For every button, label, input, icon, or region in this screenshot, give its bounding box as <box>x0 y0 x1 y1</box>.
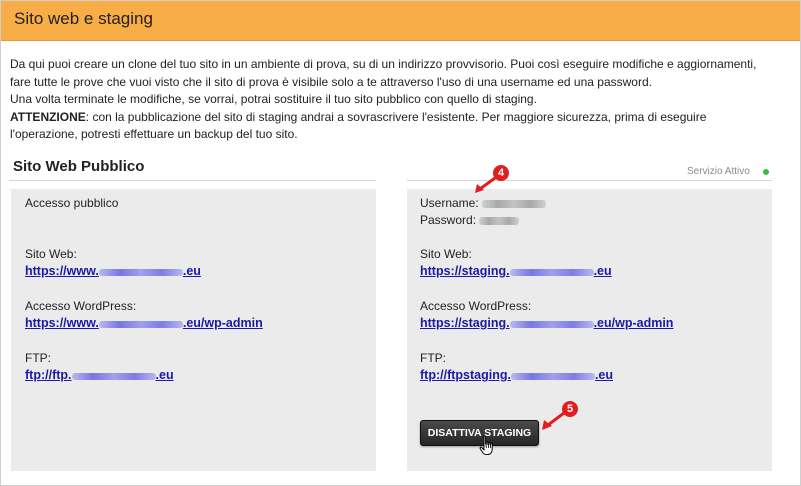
intro-text: Da qui puoi creare un clone del tuo sito… <box>10 56 790 144</box>
intro-line-2: fare tutte le prove che vuoi visto che i… <box>10 74 652 89</box>
public-wordpress-link[interactable]: https://www. .eu/wp-admin <box>25 316 263 330</box>
warning-text: : con la pubblicazione del sito di stagi… <box>85 109 707 124</box>
staging-wordpress-label: Accesso WordPress: <box>420 299 532 313</box>
url-suffix: .eu <box>182 264 201 278</box>
staging-password-row: Password: <box>420 213 520 227</box>
url-suffix: .eu/wp-admin <box>593 316 674 330</box>
redacted-domain <box>98 269 183 276</box>
public-website-label: Sito Web: <box>25 247 77 261</box>
intro-line-1: Da qui puoi creare un clone del tuo sito… <box>10 57 757 71</box>
password-label: Password: <box>420 213 477 227</box>
page-title: Sito web e staging <box>14 9 153 28</box>
staging-wordpress-link[interactable]: https://staging. .eu/wp-admin <box>420 316 673 330</box>
staging-website-link[interactable]: https://staging. .eu <box>420 264 612 278</box>
section-divider <box>407 180 772 181</box>
service-status-label: Servizio Attivo <box>687 166 750 177</box>
public-wordpress-label: Accesso WordPress: <box>25 299 137 313</box>
intro-line-3: Una volta terminate le modifiche, se vor… <box>10 92 537 106</box>
public-website-link[interactable]: https://www. .eu <box>25 264 201 278</box>
staging-ftp-link[interactable]: ftp://ftpstaging. .eu <box>420 368 613 382</box>
staging-website-label: Sito Web: <box>420 247 472 261</box>
redacted-username <box>482 200 547 208</box>
redacted-domain <box>509 269 594 276</box>
section-title: Sito Web Pubblico <box>13 158 145 175</box>
redacted-password <box>479 217 520 225</box>
staging-page: Sito web e staging Da qui puoi creare un… <box>0 0 801 486</box>
staging-username-row: Username: <box>420 196 547 210</box>
redacted-domain <box>509 321 594 328</box>
url-suffix: .eu/wp-admin <box>182 316 263 330</box>
public-ftp-link[interactable]: ftp://ftp. .eu <box>25 368 174 382</box>
arrow-pointer-icon <box>542 411 566 430</box>
redacted-domain <box>510 373 595 380</box>
url-prefix: ftp://ftpstaging. <box>420 368 511 382</box>
url-prefix: https://staging. <box>420 316 510 330</box>
intro-warning-line: ATTENZIONE: con la pubblicazione del sit… <box>10 109 790 127</box>
redacted-domain <box>98 321 183 328</box>
hand-cursor-icon <box>479 435 493 455</box>
url-suffix: .eu <box>155 368 174 382</box>
url-prefix: ftp://ftp. <box>25 368 72 382</box>
url-prefix: https://www. <box>25 264 99 278</box>
status-active-icon <box>763 169 769 175</box>
url-prefix: https://www. <box>25 316 99 330</box>
public-ftp-label: FTP: <box>25 351 51 365</box>
username-label: Username: <box>420 196 479 210</box>
intro-line-5: l'operazione, potresti effettuare un bac… <box>10 127 298 141</box>
arrow-pointer-icon <box>475 176 497 193</box>
public-site-panel <box>11 189 376 471</box>
warning-label: ATTENZIONE <box>10 109 86 124</box>
page-header: Sito web e staging <box>1 1 800 41</box>
staging-ftp-label: FTP: <box>420 351 446 365</box>
redacted-domain <box>71 373 156 380</box>
url-prefix: https://staging. <box>420 264 510 278</box>
public-access-label: Accesso pubblico <box>25 196 119 210</box>
section-divider <box>9 180 376 181</box>
url-suffix: .eu <box>593 264 612 278</box>
url-suffix: .eu <box>594 368 614 382</box>
